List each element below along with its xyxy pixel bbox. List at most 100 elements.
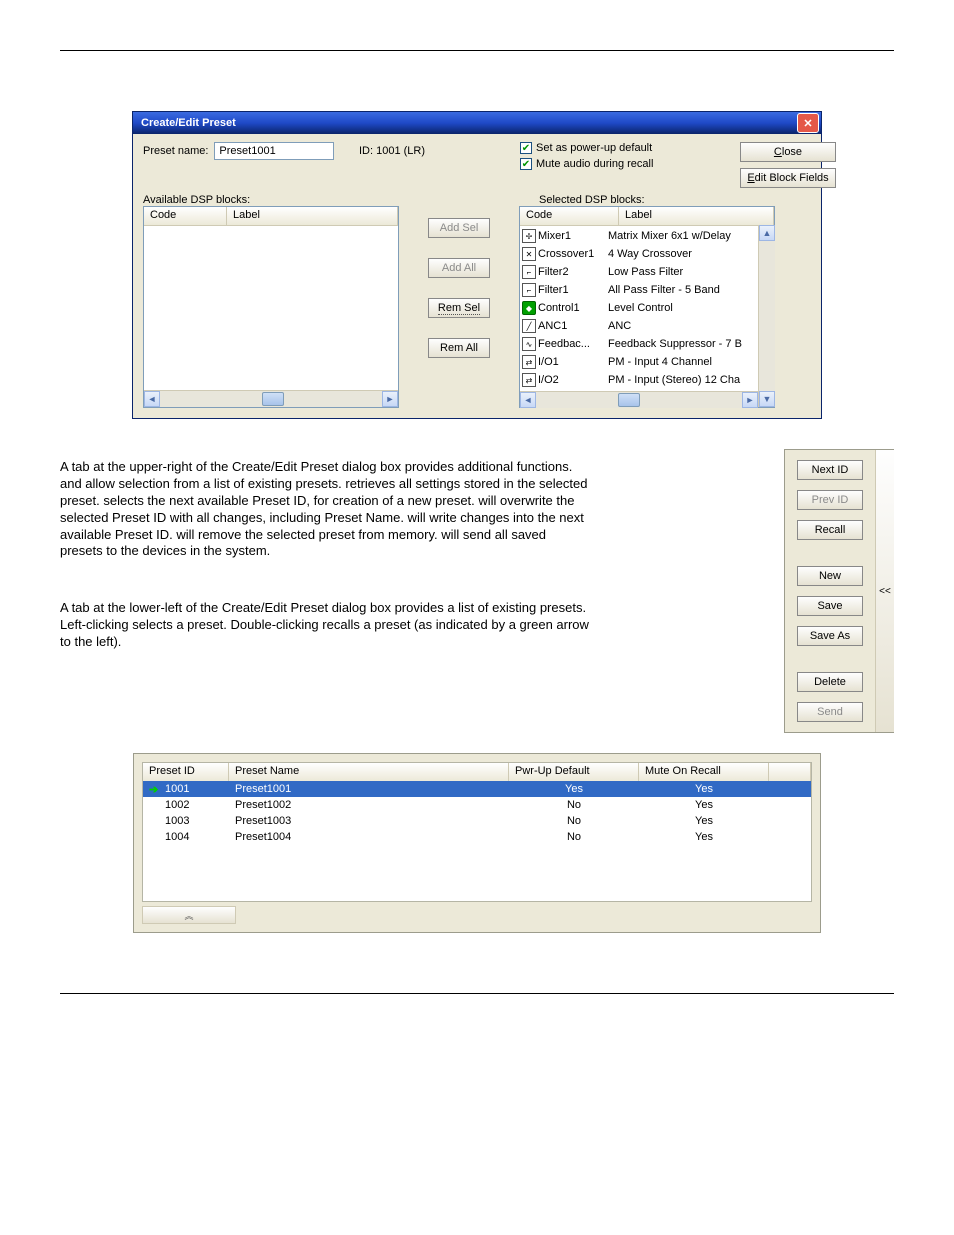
scroll-left-icon[interactable]: ◄: [144, 391, 160, 407]
collapse-tab[interactable]: <<: [875, 450, 894, 732]
rem-all-button[interactable]: Rem All: [428, 338, 490, 358]
h-scrollbar[interactable]: ◄ ►: [520, 391, 758, 408]
send-button[interactable]: Send: [797, 702, 863, 722]
preset-name-label: Preset name:: [143, 145, 208, 157]
h-scrollbar[interactable]: ◄ ►: [144, 390, 398, 407]
preset-list-panel: Preset ID Preset Name Pwr-Up Default Mut…: [133, 753, 821, 933]
preset-actions-panel: Next ID Prev ID Recall New Save Save As Delete…: [784, 449, 894, 733]
io-icon: ⇄: [522, 355, 536, 369]
description-paragraph-1: A tab at the upper-right of the Create/E…: [60, 459, 590, 560]
feedback-icon: ∿: [522, 337, 536, 351]
block-code: Filter1: [538, 284, 608, 296]
active-arrow-icon: ➔: [143, 783, 159, 796]
list-item[interactable]: ◆Control1Level Control: [520, 299, 758, 317]
recall-button[interactable]: Recall: [797, 520, 863, 540]
mute-on-recall: Yes: [639, 783, 769, 795]
block-code: Filter2: [538, 266, 608, 278]
list-item[interactable]: ⇄I/O2PM - Input (Stereo) 12 Cha: [520, 371, 758, 389]
pwr-up-default: No: [509, 815, 639, 827]
col-mute-recall: Mute On Recall: [639, 763, 769, 781]
scroll-right-icon[interactable]: ►: [742, 392, 758, 408]
block-label: ANC: [608, 320, 756, 332]
preset-name: Preset1004: [229, 831, 509, 843]
col-label: Label: [619, 207, 774, 225]
col-pwr-default: Pwr-Up Default: [509, 763, 639, 781]
anc-icon: ╱: [522, 319, 536, 333]
pwr-up-default: Yes: [509, 783, 639, 795]
mute-during-recall-checkbox[interactable]: ✔ Mute audio during recall: [520, 158, 710, 170]
add-all-button[interactable]: Add All: [428, 258, 490, 278]
save-button[interactable]: Save: [797, 596, 863, 616]
preset-id: 1001: [159, 783, 229, 795]
block-code: ANC1: [538, 320, 608, 332]
block-label: Level Control: [608, 302, 756, 314]
preset-name-input[interactable]: [214, 142, 334, 160]
dialog-titlebar[interactable]: Create/Edit Preset ✕: [133, 112, 821, 134]
col-code: Code: [144, 207, 227, 225]
mute-on-recall: Yes: [639, 799, 769, 811]
mute-on-recall: Yes: [639, 815, 769, 827]
table-row[interactable]: ➔1001Preset1001YesYes: [143, 781, 811, 797]
preset-name: Preset1003: [229, 815, 509, 827]
add-sel-button[interactable]: Add Sel: [428, 218, 490, 238]
block-label: All Pass Filter - 5 Band: [608, 284, 756, 296]
close-icon[interactable]: ✕: [797, 113, 819, 133]
selected-blocks-list[interactable]: Code Label ✢Mixer1Matrix Mixer 6x1 w/Del…: [519, 206, 775, 408]
block-code: Feedbac...: [538, 338, 608, 350]
block-code: Crossover1: [538, 248, 608, 260]
block-label: Low Pass Filter: [608, 266, 756, 278]
new-button[interactable]: New: [797, 566, 863, 586]
next-id-button[interactable]: Next ID: [797, 460, 863, 480]
table-row[interactable]: 1004Preset1004NoYes: [143, 829, 811, 845]
preset-id: 1002: [159, 799, 229, 811]
table-row[interactable]: 1003Preset1003NoYes: [143, 813, 811, 829]
edit-block-fields-button[interactable]: Edit Block Fields: [740, 168, 836, 188]
scroll-right-icon[interactable]: ►: [382, 391, 398, 407]
available-blocks-list[interactable]: Code Label ◄ ►: [143, 206, 399, 408]
list-item[interactable]: ⌐Filter1All Pass Filter - 5 Band: [520, 281, 758, 299]
list-item[interactable]: ⌐Filter2Low Pass Filter: [520, 263, 758, 281]
col-preset-name: Preset Name: [229, 763, 509, 781]
filter-icon: ⌐: [522, 265, 536, 279]
available-blocks-label: Available DSP blocks:: [143, 194, 399, 206]
list-item[interactable]: ∿Feedbac...Feedback Suppressor - 7 B: [520, 335, 758, 353]
list-item[interactable]: ╱ANC1ANC: [520, 317, 758, 335]
checkbox-checked-icon: ✔: [520, 158, 532, 170]
v-scrollbar[interactable]: ▲ ▼: [758, 225, 775, 407]
block-code: Control1: [538, 302, 608, 314]
col-preset-id: Preset ID: [143, 763, 229, 781]
preset-name: Preset1001: [229, 783, 509, 795]
dialog-title: Create/Edit Preset: [141, 117, 797, 129]
preset-table[interactable]: Preset ID Preset Name Pwr-Up Default Mut…: [142, 762, 812, 902]
preset-name: Preset1002: [229, 799, 509, 811]
block-label: PM - Input 4 Channel: [608, 356, 756, 368]
selected-blocks-label: Selected DSP blocks:: [539, 194, 795, 206]
preset-id: 1004: [159, 831, 229, 843]
save-as-button[interactable]: Save As: [797, 626, 863, 646]
preset-id-label: ID: 1001 (LR): [359, 142, 514, 157]
list-item[interactable]: ✢Mixer1Matrix Mixer 6x1 w/Delay: [520, 227, 758, 245]
scroll-up-icon[interactable]: ▲: [759, 225, 775, 241]
mixer-icon: ✢: [522, 229, 536, 243]
io-icon: ⇄: [522, 373, 536, 387]
preset-id: 1003: [159, 815, 229, 827]
table-row[interactable]: 1002Preset1002NoYes: [143, 797, 811, 813]
col-label: Label: [227, 207, 398, 225]
list-item[interactable]: ✕Crossover14 Way Crossover: [520, 245, 758, 263]
scroll-left-icon[interactable]: ◄: [520, 392, 536, 408]
rem-sel-button[interactable]: Rem Sel: [428, 298, 490, 318]
pwr-up-default: No: [509, 831, 639, 843]
block-code: I/O1: [538, 356, 608, 368]
block-label: Matrix Mixer 6x1 w/Delay: [608, 230, 756, 242]
mute-on-recall: Yes: [639, 831, 769, 843]
block-label: 4 Way Crossover: [608, 248, 756, 260]
close-button[interactable]: Close: [740, 142, 836, 162]
powerup-default-checkbox[interactable]: ✔ Set as power-up default: [520, 142, 710, 154]
delete-button[interactable]: Delete: [797, 672, 863, 692]
scroll-down-icon[interactable]: ▼: [759, 391, 775, 407]
control-icon: ◆: [522, 301, 536, 315]
prev-id-button[interactable]: Prev ID: [797, 490, 863, 510]
col-code: Code: [520, 207, 619, 225]
list-item[interactable]: ⇄I/O1PM - Input 4 Channel: [520, 353, 758, 371]
expand-tab[interactable]: ︽: [142, 906, 236, 924]
